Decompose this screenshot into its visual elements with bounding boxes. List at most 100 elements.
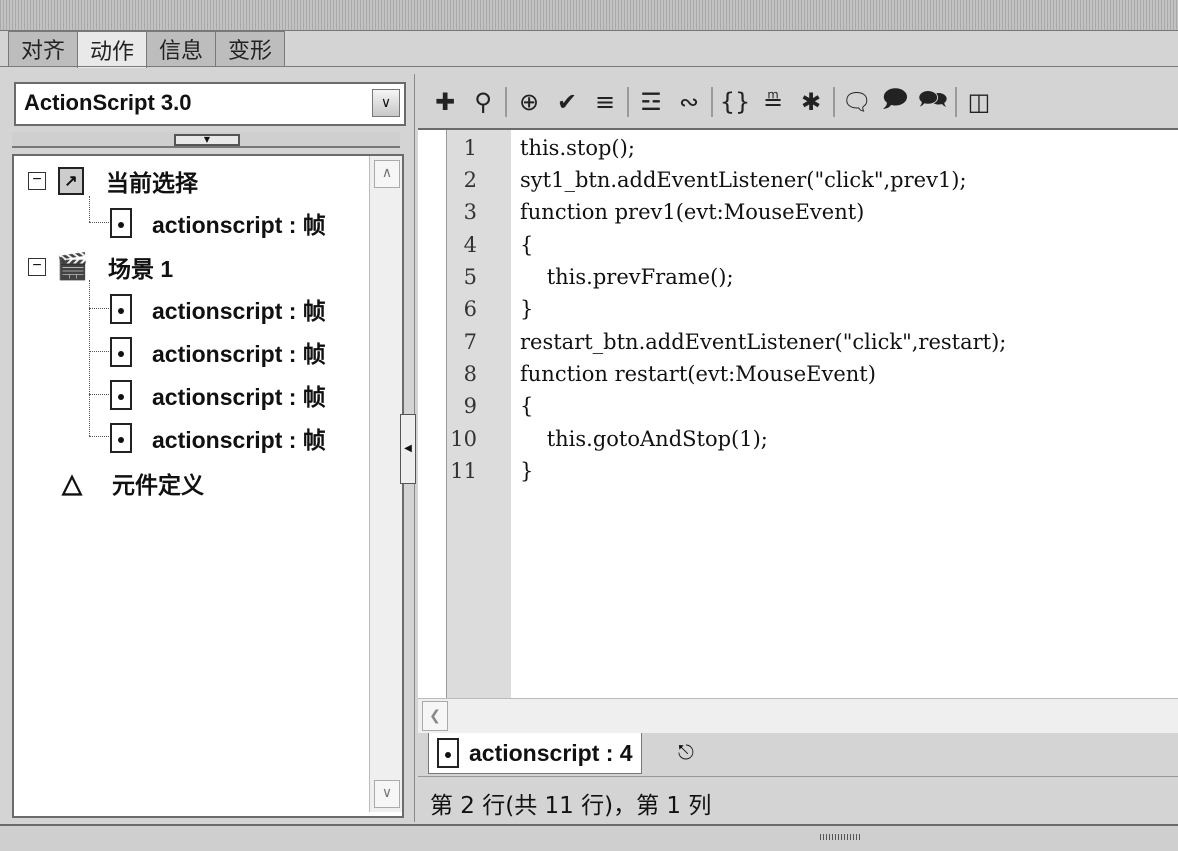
code-line[interactable]: function prev1(evt:MouseEvent) (520, 200, 864, 224)
frame-script-icon (110, 294, 132, 324)
scroll-up-icon[interactable]: ∧ (374, 160, 400, 188)
tree-connector (89, 222, 109, 223)
tree-item-label: 场景 1 (108, 256, 174, 282)
symbol-shapes-icon: △ (62, 468, 82, 498)
pin-script-icon[interactable]: ⎋ (678, 740, 694, 764)
code-line[interactable]: function restart(evt:MouseEvent) (520, 362, 876, 386)
frame-script-icon (110, 423, 132, 453)
code-hint-icon[interactable]: ☲ (632, 84, 670, 120)
tree-connector (89, 308, 109, 309)
tree-item-frame[interactable]: actionscript : 帧 (110, 419, 326, 457)
expand-all-icon[interactable]: ✱ (792, 84, 830, 120)
splitter-grip-icon[interactable]: ▼ (174, 134, 240, 146)
tab-transform[interactable]: 变形 (215, 31, 286, 66)
tree-item-label: actionscript : 帧 (152, 212, 326, 238)
code-line[interactable]: this.prevFrame(); (520, 265, 734, 289)
collapse-selection-icon[interactable]: ≞ (754, 84, 792, 120)
tab-info[interactable]: 信息 (146, 31, 217, 66)
frame-script-icon (437, 738, 459, 768)
collapse-between-braces-icon[interactable]: {} (716, 84, 754, 120)
panel-bottom-bar (0, 824, 1178, 851)
tree-item-frame[interactable]: actionscript : 帧 (110, 333, 326, 371)
code-line[interactable]: restart_btn.addEventListener("click",res… (520, 330, 1006, 354)
toolbox-splitter[interactable]: ▼ (12, 132, 400, 148)
resize-grip-icon[interactable] (820, 834, 860, 840)
cursor-position-status: 第 2 行(共 11 行)，第 1 列 (430, 793, 712, 819)
apply-block-comment-icon[interactable]: 🗨 (838, 84, 876, 120)
line-number: 11 (450, 459, 477, 483)
status-divider (418, 776, 1178, 777)
collapse-icon[interactable]: − (28, 258, 46, 276)
tree-item-frame[interactable]: actionscript : 帧 (110, 204, 326, 242)
frame-script-icon (110, 208, 132, 238)
collapse-toolbox-icon[interactable]: ◀ (400, 414, 416, 484)
remove-comment-icon[interactable]: 🗪 (914, 84, 952, 120)
actions-panel: 对齐 动作 信息 变形 ActionScript 3.0 ∨ ▼ − ↗ 当前选… (0, 0, 1178, 851)
current-selection-icon: ↗ (58, 167, 84, 195)
panel-tabs: 对齐 动作 信息 变形 (8, 31, 286, 68)
script-version-value: ActionScript 3.0 (24, 90, 192, 115)
frame-script-icon (110, 380, 132, 410)
line-number: 3 (463, 200, 477, 224)
panel-title-bar[interactable] (0, 0, 1178, 31)
tree-item-label: 当前选择 (106, 170, 198, 196)
navigator-scrollbar[interactable]: ∧ ∨ (369, 156, 402, 812)
actions-toolbox: ActionScript 3.0 ∨ ▼ − ↗ 当前选择 actionscri… (8, 74, 406, 822)
auto-format-icon[interactable]: ≡ (586, 84, 624, 120)
editor-horizontal-scrollbar[interactable]: ❮ (418, 698, 1178, 733)
line-number: 2 (463, 168, 477, 192)
chevron-down-icon[interactable]: ∨ (372, 89, 400, 117)
scroll-left-icon[interactable]: ❮ (422, 701, 448, 731)
debug-options-icon[interactable]: ∾ (670, 84, 708, 120)
scroll-down-icon[interactable]: ∨ (374, 780, 400, 808)
code-line[interactable]: { (520, 394, 533, 418)
target-path-icon[interactable]: ⊕ (510, 84, 548, 120)
apply-line-comment-icon[interactable]: 🗩 (876, 84, 914, 120)
tree-connector (89, 280, 90, 436)
line-number: 1 (463, 136, 477, 160)
frame-script-icon (110, 337, 132, 367)
line-number: 5 (463, 265, 477, 289)
code-line[interactable]: this.stop(); (520, 136, 635, 160)
tab-actions[interactable]: 动作 (77, 31, 148, 68)
line-number: 10 (450, 427, 477, 451)
line-number: 8 (463, 362, 477, 386)
code-line[interactable]: } (520, 297, 533, 321)
tab-align[interactable]: 对齐 (8, 31, 79, 66)
collapse-icon[interactable]: − (28, 172, 46, 190)
tree-item-scene[interactable]: − 🎬 场景 1 (28, 248, 173, 286)
script-navigator: − ↗ 当前选择 actionscript : 帧 − 🎬 场景 1 actio… (12, 154, 404, 818)
script-tab[interactable]: actionscript : 4 (428, 733, 642, 774)
clapperboard-icon: 🎬 (56, 251, 89, 281)
check-syntax-icon[interactable]: ✔ (548, 84, 586, 120)
line-number-gutter: 1 2 3 4 5 6 7 8 9 10 11 (446, 130, 511, 700)
find-icon[interactable]: ⚲ (464, 84, 502, 120)
script-tab-label: actionscript : 4 (469, 739, 633, 766)
code-line[interactable]: this.gotoAndStop(1); (520, 427, 768, 451)
code-line[interactable]: } (520, 459, 533, 483)
script-toolbar: ✚ ⚲ ⊕ ✔ ≡ ☲ ∾ {} ≞ ✱ 🗨 🗩 🗪 ◫ (418, 80, 1178, 124)
line-number: 9 (463, 394, 477, 418)
tree-connector (89, 351, 109, 352)
tree-item-frame[interactable]: actionscript : 帧 (110, 376, 326, 414)
script-editor[interactable]: 1 2 3 4 5 6 7 8 9 10 11 this.stop(); syt… (418, 128, 1178, 700)
tree-item-label: actionscript : 帧 (152, 427, 326, 453)
line-number: 6 (463, 297, 477, 321)
tab-divider (0, 66, 1178, 67)
line-number: 7 (463, 330, 477, 354)
show-hide-toolbox-icon[interactable]: ◫ (960, 84, 998, 120)
tree-item-label: 元件定义 (112, 472, 204, 498)
tree-item-symbol-definitions[interactable]: △ 元件定义 (62, 464, 204, 502)
code-line[interactable]: syt1_btn.addEventListener("click",prev1)… (520, 168, 967, 192)
tree-item-label: actionscript : 帧 (152, 384, 326, 410)
tree-item-label: actionscript : 帧 (152, 341, 326, 367)
tree-connector (89, 394, 109, 395)
tree-item-current-selection[interactable]: − ↗ 当前选择 (28, 162, 198, 200)
tree-item-label: actionscript : 帧 (152, 298, 326, 324)
tree-connector (89, 436, 109, 437)
code-line[interactable]: { (520, 233, 533, 257)
line-number: 4 (463, 233, 477, 257)
add-statement-icon[interactable]: ✚ (426, 84, 464, 120)
script-version-dropdown[interactable]: ActionScript 3.0 ∨ (14, 82, 406, 126)
tree-item-frame[interactable]: actionscript : 帧 (110, 290, 326, 328)
